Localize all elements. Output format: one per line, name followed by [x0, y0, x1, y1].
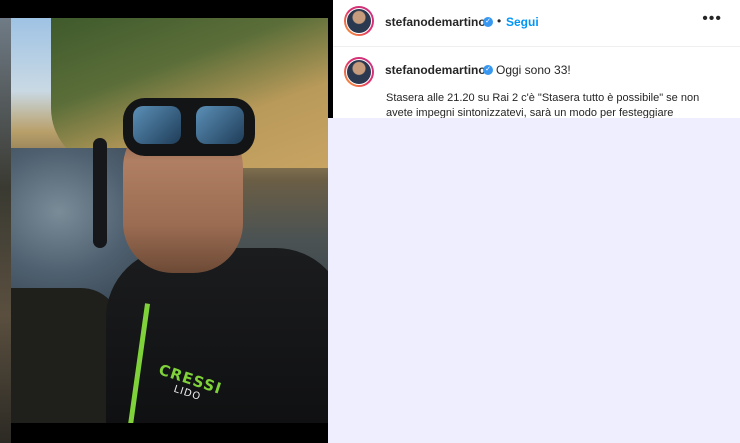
avatar-icon[interactable] [344, 6, 374, 36]
post-photo[interactable]: CRESSI LIDO [11, 18, 328, 423]
verified-badge-icon: ✓ [483, 65, 493, 75]
photo-snorkel [93, 138, 107, 248]
more-options-icon[interactable]: ••• [702, 10, 722, 28]
header-username[interactable]: stefanodemartino [385, 15, 486, 29]
avatar-icon[interactable] [344, 57, 374, 87]
overlay-blank-area [328, 118, 740, 443]
verified-badge-icon: ✓ [483, 17, 493, 27]
caption-row: stefanodemartino ✓ Oggi sono 33! Stasera… [333, 47, 740, 119]
post-panel: stefanodemartino ✓ • Segui ••• stefanode… [333, 0, 740, 119]
photo-mask-lens-right [196, 106, 244, 144]
header-separator: • [497, 14, 502, 28]
post-media[interactable]: CRESSI LIDO [0, 0, 330, 443]
follow-button[interactable]: Segui [506, 15, 539, 29]
previous-photo-edge [0, 18, 11, 443]
post-header: stefanodemartino ✓ • Segui ••• [333, 0, 740, 47]
photo-mask-lens-left [133, 106, 181, 144]
caption-title: Oggi sono 33! [496, 63, 571, 77]
photo-rock [11, 288, 121, 423]
caption-username[interactable]: stefanodemartino [385, 63, 486, 77]
caption-text: Stasera alle 21.20 su Rai 2 c'è "Stasera… [386, 92, 700, 119]
